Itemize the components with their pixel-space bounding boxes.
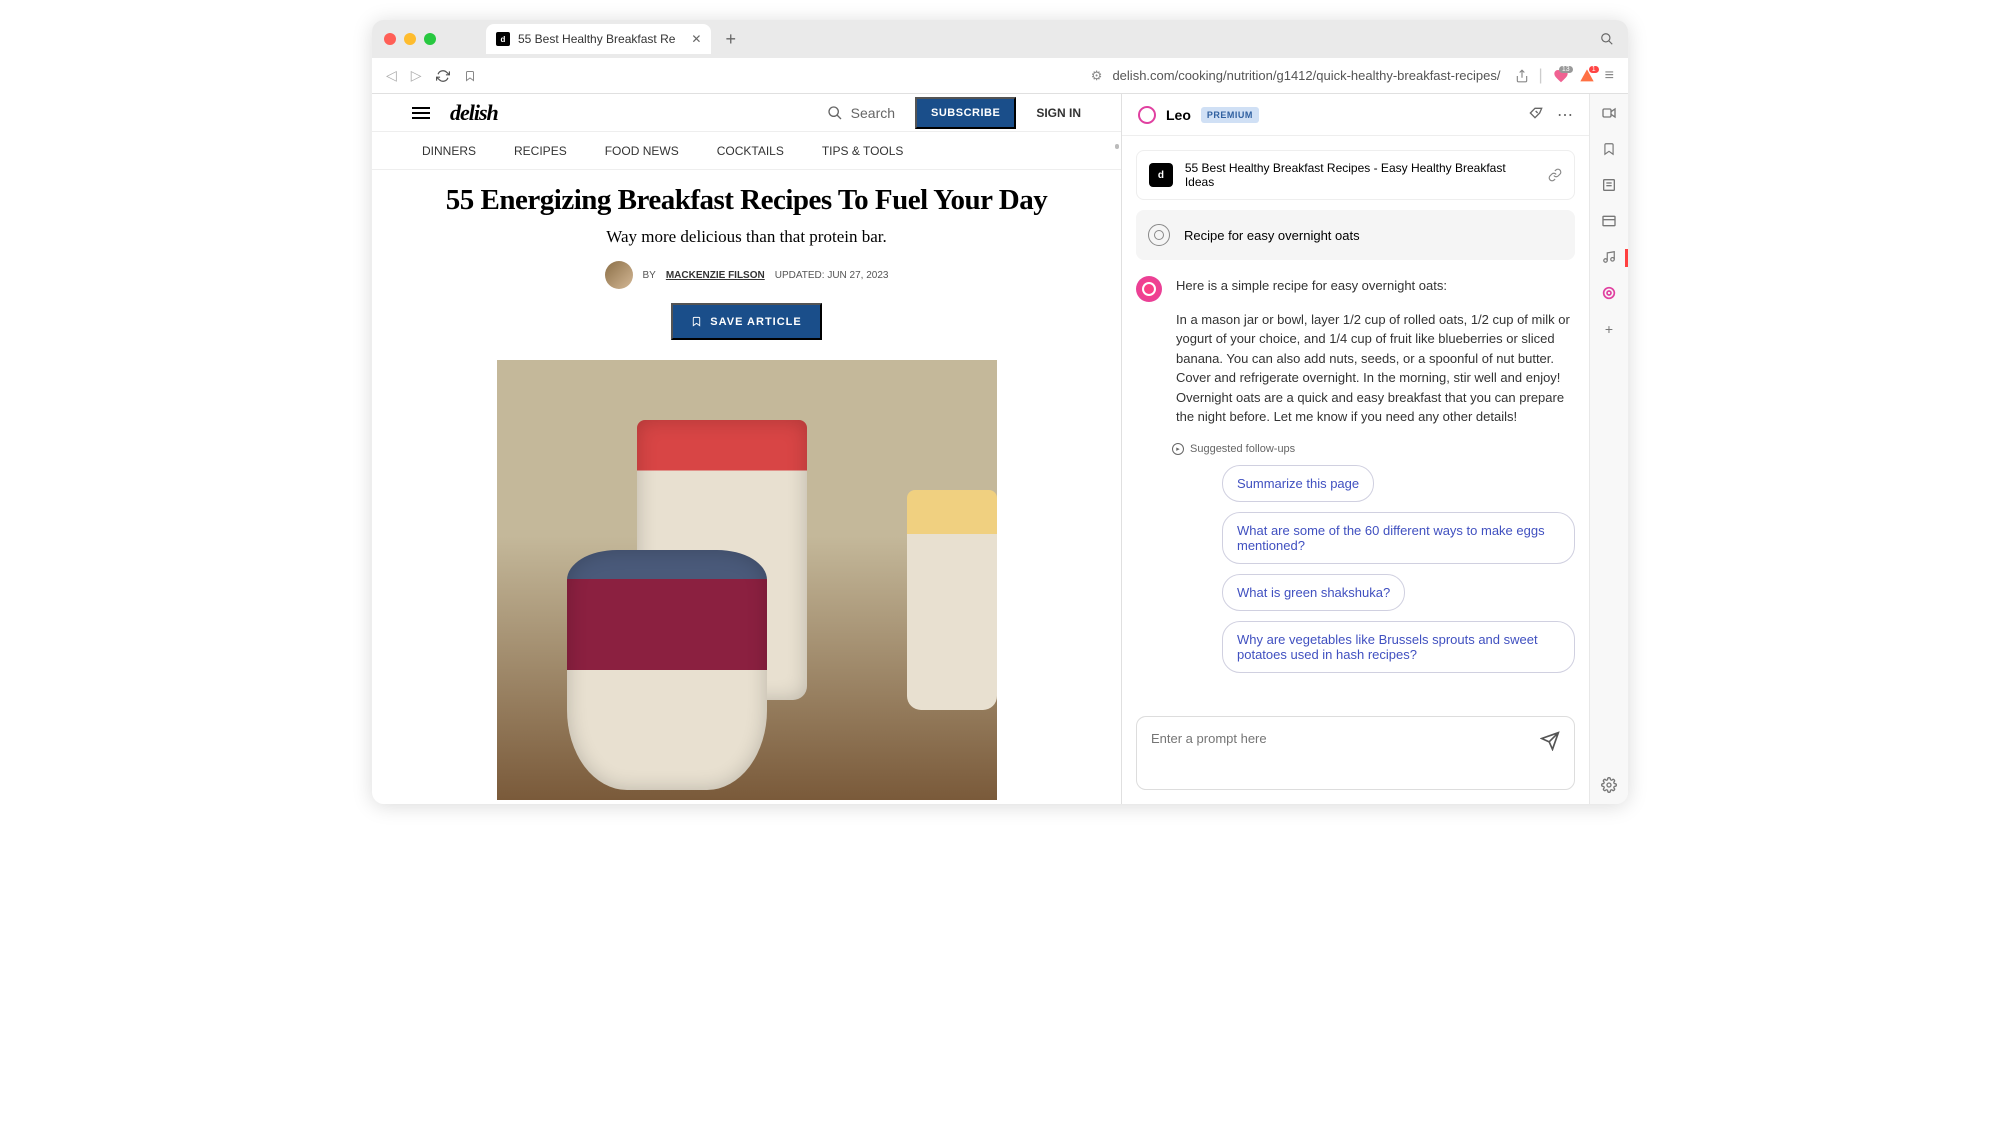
followups-label: Suggested follow-ups (1190, 443, 1295, 455)
hero-image (497, 360, 997, 800)
right-rail: + (1590, 94, 1628, 804)
rewards-badge: 13 (1559, 66, 1573, 73)
updated-date: UPDATED: JUN 27, 2023 (775, 270, 889, 281)
user-avatar-icon (1148, 224, 1170, 246)
site-search[interactable]: Search (827, 105, 895, 121)
site-header: delish Search SUBSCRIBE SIGN IN (372, 94, 1121, 132)
forward-button[interactable]: ▷ (411, 67, 422, 84)
send-icon[interactable] (1540, 731, 1560, 751)
nav-item[interactable]: TIPS & TOOLS (822, 144, 904, 158)
share-icon[interactable] (1515, 69, 1529, 83)
leo-sidebar: Leo PREMIUM ⋯ d 55 Best Healthy Breakfas… (1122, 94, 1590, 804)
followup-icon: ▸ (1172, 443, 1184, 455)
rail-bookmark-icon[interactable] (1600, 140, 1618, 158)
content-row: delish Search SUBSCRIBE SIGN IN DINNERS … (372, 94, 1628, 804)
context-link-icon[interactable] (1548, 168, 1562, 182)
site-nav: DINNERS RECIPES FOOD NEWS COCKTAILS TIPS… (372, 132, 1121, 170)
followups-label-row: ▸ Suggested follow-ups (1172, 443, 1589, 455)
rail-settings-icon[interactable] (1600, 776, 1618, 794)
browser-toolbar: ◁ ▷ ⚙ delish.com/cooking/nutrition/g1412… (372, 58, 1628, 94)
author-avatar (605, 261, 633, 289)
url-bar[interactable]: ⚙ delish.com/cooking/nutrition/g1412/qui… (464, 68, 1501, 84)
ai-avatar-icon (1136, 276, 1162, 302)
new-tab-button[interactable]: + (725, 29, 736, 50)
browser-tab[interactable]: d 55 Best Healthy Breakfast Re ✕ (486, 24, 711, 54)
brave-shield-icon[interactable]: 1 (1579, 68, 1595, 84)
ai-message: Here is a simple recipe for easy overnig… (1136, 276, 1575, 427)
browser-window: d 55 Best Healthy Breakfast Re ✕ + ◁ ▷ ⚙… (372, 20, 1628, 804)
followup-suggestion[interactable]: What are some of the 60 different ways t… (1222, 512, 1575, 564)
minimize-window-button[interactable] (404, 33, 416, 45)
rail-active-indicator (1625, 249, 1628, 267)
site-logo[interactable]: delish (450, 100, 498, 126)
leo-name: Leo (1166, 107, 1191, 123)
followup-suggestion[interactable]: Why are vegetables like Brussels sprouts… (1222, 621, 1575, 673)
jar-blueberry (567, 550, 767, 790)
erase-icon[interactable] (1527, 105, 1543, 125)
reload-button[interactable] (436, 69, 450, 83)
search-label: Search (851, 105, 895, 121)
rail-leo-icon[interactable] (1600, 284, 1618, 302)
tab-favicon-icon: d (496, 32, 510, 46)
back-button[interactable]: ◁ (386, 67, 397, 84)
shield-badge: 1 (1589, 66, 1599, 73)
article-subtitle: Way more delicious than that protein bar… (432, 227, 1061, 247)
leo-logo-icon (1138, 106, 1156, 124)
webpage-content: delish Search SUBSCRIBE SIGN IN DINNERS … (372, 94, 1122, 804)
tab-close-button[interactable]: ✕ (691, 32, 701, 46)
site-settings-icon[interactable]: ⚙ (1091, 68, 1103, 84)
toolbar-icons: | 13 1 ≡ (1515, 67, 1615, 85)
by-prefix: BY (643, 270, 656, 281)
tabstrip-search-icon[interactable] (1600, 32, 1614, 46)
rail-music-icon[interactable] (1600, 248, 1618, 266)
signin-link[interactable]: SIGN IN (1036, 106, 1081, 120)
traffic-lights (384, 33, 436, 45)
scrollbar[interactable] (1115, 144, 1119, 149)
more-icon[interactable]: ⋯ (1557, 105, 1573, 125)
author-name[interactable]: MACKENZIE FILSON (666, 270, 765, 281)
subscribe-button[interactable]: SUBSCRIBE (915, 97, 1016, 129)
premium-badge: PREMIUM (1201, 107, 1259, 123)
user-message: Recipe for easy overnight oats (1136, 210, 1575, 260)
prompt-box[interactable] (1136, 716, 1575, 790)
rail-reader-icon[interactable] (1600, 176, 1618, 194)
leo-header: Leo PREMIUM ⋯ (1122, 94, 1589, 136)
titlebar: d 55 Best Healthy Breakfast Re ✕ + (372, 20, 1628, 58)
context-card[interactable]: d 55 Best Healthy Breakfast Recipes - Ea… (1136, 150, 1575, 200)
site-menu-icon[interactable] (412, 107, 430, 119)
user-query-text: Recipe for easy overnight oats (1184, 228, 1360, 243)
ai-intro: Here is a simple recipe for easy overnig… (1176, 276, 1575, 296)
bookmark-icon[interactable] (464, 69, 476, 83)
tab-title: 55 Best Healthy Breakfast Re (518, 32, 675, 46)
maximize-window-button[interactable] (424, 33, 436, 45)
followup-suggestion[interactable]: Summarize this page (1222, 465, 1374, 502)
search-icon (827, 105, 843, 121)
save-label: SAVE ARTICLE (710, 316, 801, 328)
bookmark-icon (691, 315, 702, 328)
nav-item[interactable]: FOOD NEWS (605, 144, 679, 158)
nav-item[interactable]: RECIPES (514, 144, 567, 158)
nav-item[interactable]: COCKTAILS (717, 144, 784, 158)
rail-news-icon[interactable] (1600, 212, 1618, 230)
close-window-button[interactable] (384, 33, 396, 45)
url-text: delish.com/cooking/nutrition/g1412/quick… (1112, 68, 1500, 83)
rewards-icon[interactable]: 13 (1553, 68, 1569, 84)
rail-add-icon[interactable]: + (1600, 320, 1618, 338)
followup-suggestion[interactable]: What is green shakshuka? (1222, 574, 1405, 611)
prompt-input[interactable] (1151, 731, 1540, 746)
rail-video-icon[interactable] (1600, 104, 1618, 122)
byline: BY MACKENZIE FILSON UPDATED: JUN 27, 202… (432, 261, 1061, 289)
nav-item[interactable]: DINNERS (422, 144, 476, 158)
context-favicon-icon: d (1149, 163, 1173, 187)
browser-menu-button[interactable]: ≡ (1605, 67, 1614, 85)
article: 55 Energizing Breakfast Recipes To Fuel … (372, 170, 1121, 800)
article-title: 55 Energizing Breakfast Recipes To Fuel … (432, 184, 1061, 217)
context-title: 55 Best Healthy Breakfast Recipes - Easy… (1185, 161, 1536, 189)
ai-body: In a mason jar or bowl, layer 1/2 cup of… (1176, 310, 1575, 427)
save-article-button[interactable]: SAVE ARTICLE (671, 303, 821, 340)
jar-peach (907, 490, 997, 710)
